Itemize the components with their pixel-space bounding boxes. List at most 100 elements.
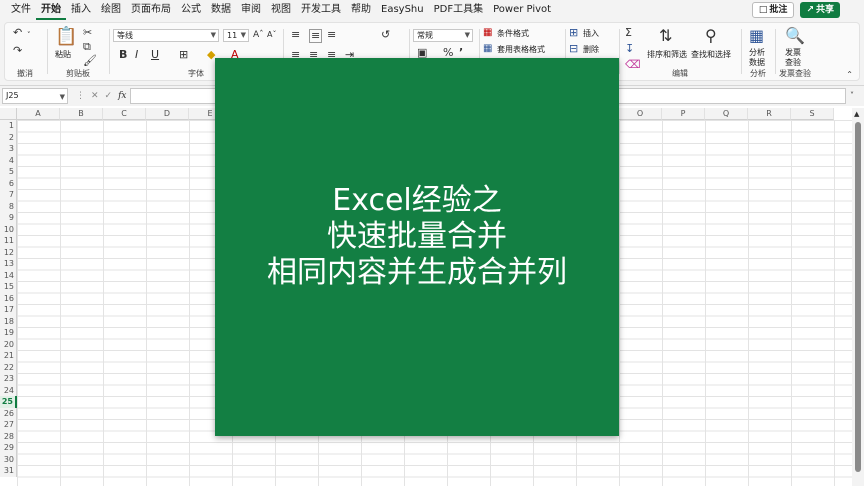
column-header[interactable]: R (748, 108, 791, 120)
tab-help[interactable]: 帮助 (346, 0, 376, 20)
row-header[interactable]: 15 (0, 281, 17, 293)
select-all-corner[interactable] (0, 108, 17, 120)
row-header[interactable]: 30 (0, 453, 17, 465)
tab-easyshu[interactable]: EasyShu (376, 0, 429, 20)
font-name-select[interactable]: 等线 ▼ (113, 29, 219, 42)
paste-label[interactable]: 粘贴 (55, 49, 71, 60)
expand-formula-icon[interactable]: ˅ (850, 90, 854, 102)
conditional-format-icon[interactable]: ▦ (483, 27, 492, 39)
row-header[interactable]: 19 (0, 327, 17, 339)
row-header[interactable]: 9 (0, 212, 17, 224)
underline-button[interactable]: U (151, 49, 159, 61)
row-header[interactable]: 23 (0, 373, 17, 385)
row-header[interactable]: 22 (0, 361, 17, 373)
row-header[interactable]: 17 (0, 304, 17, 316)
tab-home[interactable]: 开始 (36, 0, 66, 20)
row-header[interactable]: 25 (0, 396, 17, 408)
row-header[interactable]: 14 (0, 269, 17, 281)
align-top-icon[interactable]: ≡ (291, 29, 300, 41)
tab-insert[interactable]: 插入 (66, 0, 96, 20)
comments-button[interactable]: □ 批注 (751, 2, 795, 18)
tab-page-layout[interactable]: 页面布局 (126, 0, 176, 20)
decrease-font-icon[interactable]: Aˇ (267, 29, 276, 41)
column-header[interactable]: D (146, 108, 189, 120)
italic-button[interactable]: I (135, 49, 138, 61)
find-select-icon[interactable]: ⚲ (705, 27, 717, 45)
row-header[interactable]: 13 (0, 258, 17, 270)
copy-icon[interactable]: ⧉ (83, 41, 91, 53)
row-header[interactable]: 26 (0, 407, 17, 419)
cut-icon[interactable]: ✂ (83, 27, 92, 39)
border-icon[interactable]: ⊞ (179, 49, 188, 61)
name-box[interactable]: J25 ▼ (2, 88, 68, 104)
table-format-icon[interactable]: ▦ (483, 43, 492, 55)
sort-filter-icon[interactable]: ⇅ (659, 27, 672, 45)
row-header[interactable]: 16 (0, 292, 17, 304)
tab-review[interactable]: 审阅 (236, 0, 266, 20)
row-header[interactable]: 2 (0, 131, 17, 143)
delete-cells-icon[interactable]: ⊟ (569, 43, 578, 55)
undo-icon[interactable]: ↶ (13, 27, 22, 39)
invoice-check-icon[interactable]: 🔍 (785, 27, 805, 45)
row-header[interactable]: 31 (0, 465, 17, 477)
undo-dropdown-icon[interactable]: ˅ (27, 29, 31, 41)
row-header[interactable]: 8 (0, 200, 17, 212)
column-header[interactable]: A (17, 108, 60, 120)
confirm-icon[interactable]: ✓ (105, 91, 113, 101)
row-header[interactable]: 5 (0, 166, 17, 178)
chevron-down-icon[interactable]: ▼ (60, 90, 65, 104)
column-header[interactable]: S (791, 108, 834, 120)
number-format-select[interactable]: 常规 ▼ (413, 29, 473, 42)
column-header[interactable]: C (103, 108, 146, 120)
row-header[interactable]: 11 (0, 235, 17, 247)
insert-function-icon[interactable]: fx (118, 91, 126, 101)
align-bottom-icon[interactable]: ≡ (327, 29, 336, 41)
row-header[interactable]: 12 (0, 246, 17, 258)
row-header[interactable]: 21 (0, 350, 17, 362)
table-format-button[interactable]: 套用表格格式 (497, 44, 545, 55)
redo-icon[interactable]: ↷ (13, 45, 22, 57)
collapse-ribbon-icon[interactable]: ⌃ (846, 69, 853, 81)
tab-developer[interactable]: 开发工具 (296, 0, 346, 20)
row-header[interactable]: 6 (0, 177, 17, 189)
tab-pdf-tools[interactable]: PDF工具集 (429, 0, 488, 20)
column-header[interactable]: O (619, 108, 662, 120)
scroll-thumb[interactable] (855, 122, 861, 472)
analyze-data-icon[interactable]: ▦ (749, 27, 764, 45)
conditional-format-button[interactable]: 条件格式 (497, 28, 529, 39)
find-select-button[interactable]: 查找和选择 (691, 49, 731, 60)
row-header[interactable]: 10 (0, 223, 17, 235)
scroll-up-icon[interactable]: ▲ (854, 108, 859, 120)
vertical-scrollbar[interactable]: ▲ (852, 108, 864, 486)
font-size-select[interactable]: 11 ▼ (223, 29, 249, 42)
orientation-icon[interactable]: ↺ (381, 29, 390, 41)
format-painter-icon[interactable]: 🖌 (83, 55, 97, 67)
share-button[interactable]: ↗ 共享 (800, 2, 840, 18)
autosum-icon[interactable]: Σ (625, 27, 632, 39)
tab-formulas[interactable]: 公式 (176, 0, 206, 20)
analyze-data-label-2[interactable]: 数据 (749, 57, 765, 68)
increase-font-icon[interactable]: Aˆ (253, 29, 264, 41)
row-header[interactable]: 18 (0, 315, 17, 327)
tab-file[interactable]: 文件 (6, 0, 36, 20)
insert-cells-button[interactable]: 插入 (583, 28, 599, 39)
tab-data[interactable]: 数据 (206, 0, 236, 20)
row-header[interactable]: 27 (0, 419, 17, 431)
paste-icon[interactable]: 📋 (55, 27, 77, 47)
insert-cells-icon[interactable]: ⊞ (569, 27, 578, 39)
column-header[interactable]: B (60, 108, 103, 120)
row-header[interactable]: 4 (0, 154, 17, 166)
tab-view[interactable]: 视图 (266, 0, 296, 20)
column-header[interactable]: P (662, 108, 705, 120)
bold-button[interactable]: B (119, 49, 127, 61)
sort-filter-button[interactable]: 排序和筛选 (647, 49, 687, 60)
invoice-check-label-2[interactable]: 查验 (785, 57, 801, 68)
row-header[interactable]: 28 (0, 430, 17, 442)
row-header[interactable]: 1 (0, 120, 17, 132)
tab-power-pivot[interactable]: Power Pivot (488, 0, 556, 20)
delete-cells-button[interactable]: 删除 (583, 44, 599, 55)
row-header[interactable]: 29 (0, 442, 17, 454)
row-header[interactable]: 7 (0, 189, 17, 201)
row-header[interactable]: 20 (0, 338, 17, 350)
row-header[interactable]: 24 (0, 384, 17, 396)
